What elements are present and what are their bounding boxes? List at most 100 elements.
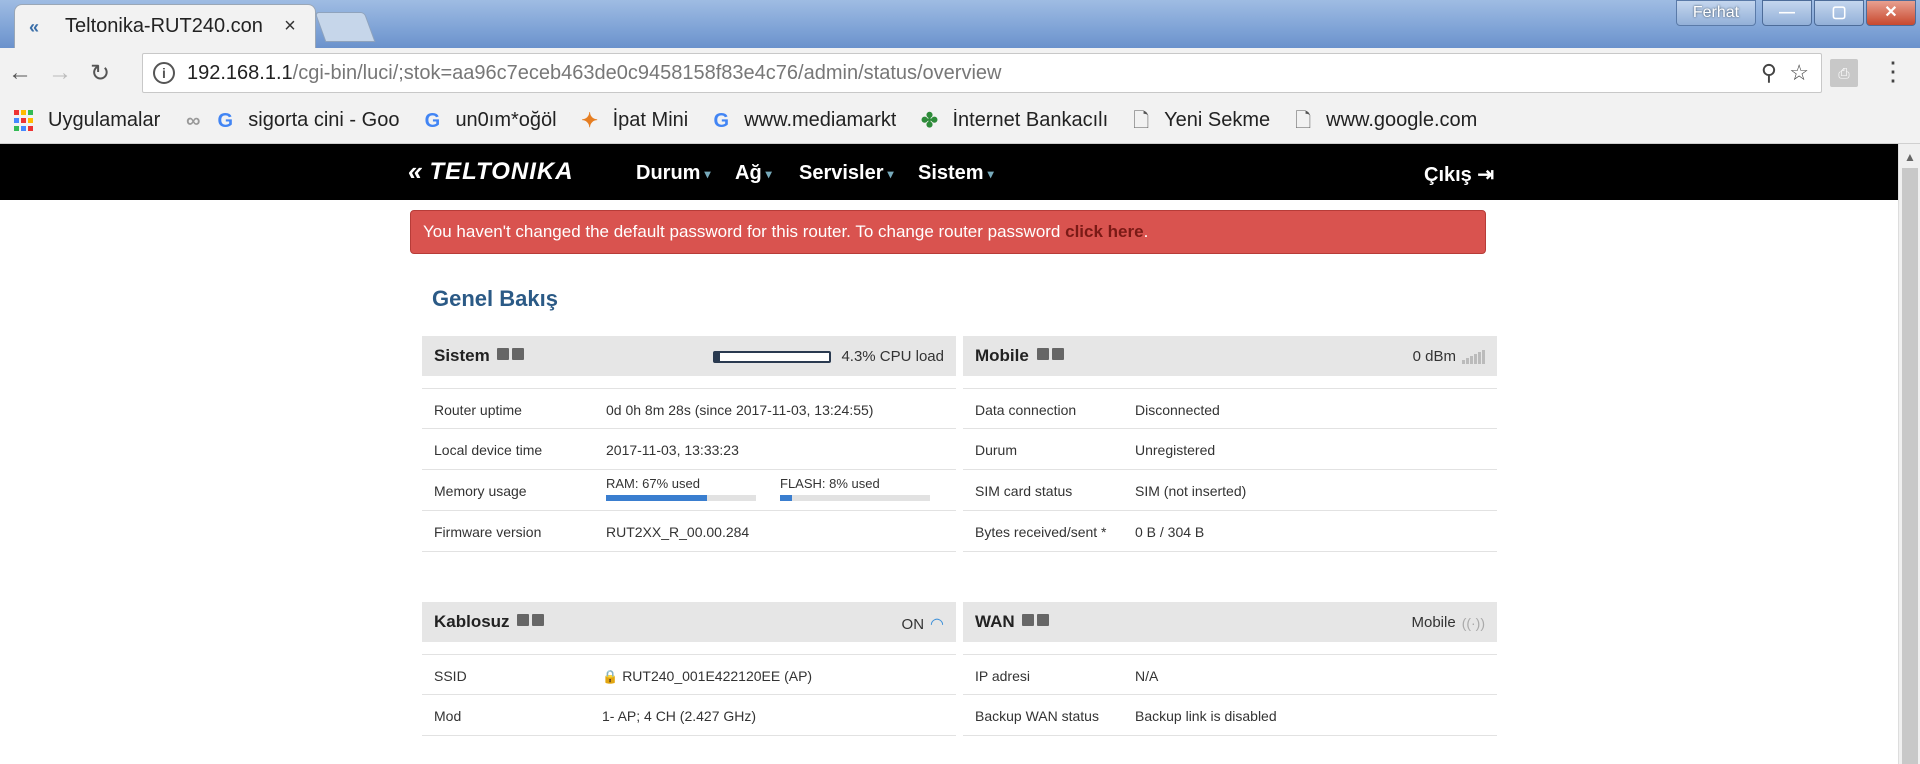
- apps-icon: [14, 109, 36, 132]
- pdf-extension-icon[interactable]: ⎙: [1830, 59, 1858, 87]
- page-title: Genel Bakış: [432, 286, 558, 311]
- panel-wan: WAN Mobile ((·)) IP adresi N/A Backup WAN…: [963, 602, 1497, 736]
- window-user-badge[interactable]: Ferhat: [1676, 0, 1756, 26]
- settings-icon[interactable]: [532, 614, 545, 626]
- scrollbar-thumb[interactable]: [1902, 168, 1918, 764]
- antenna-icon: ((·)): [1461, 614, 1485, 631]
- lock-icon: 🔒: [602, 669, 619, 684]
- url-path: /cgi-bin/luci/;stok=aa96c7eceb463de0c945…: [292, 61, 1002, 84]
- bookmark-item[interactable]: G www.mediamarkt: [710, 109, 896, 132]
- bookmark-item[interactable]: ✦ İpat Mini: [579, 109, 688, 132]
- reload-icon[interactable]: ↻: [80, 59, 120, 88]
- flash-usage: FLASH: 8% used: [780, 476, 930, 501]
- wireless-status: ON: [901, 615, 925, 633]
- bookmark-star-icon[interactable]: ☆: [1789, 60, 1809, 85]
- panel-header: Sistem 4.3% CPU load: [422, 336, 956, 376]
- google-icon: G: [424, 109, 441, 132]
- forward-arrow-icon[interactable]: →: [40, 59, 80, 87]
- table-row: Data connection Disconnected: [963, 388, 1497, 429]
- bookmark-item[interactable]: ✤ İnternet Bankacılı: [918, 109, 1108, 132]
- caret-down-icon: ▾: [987, 166, 994, 181]
- wan-status: Mobile: [1411, 614, 1456, 631]
- change-password-link[interactable]: click here: [1065, 222, 1143, 241]
- caret-down-icon: ▾: [704, 166, 711, 181]
- glasses-icon: ∞: [186, 109, 201, 132]
- cpu-load-bar: [713, 350, 832, 363]
- ram-usage-bar: [606, 495, 707, 501]
- signal-bars-icon: [1462, 349, 1485, 364]
- teltonika-logo[interactable]: « TELTONIKA: [408, 156, 574, 187]
- teltonika-logo-icon: «: [408, 156, 424, 186]
- panel-header: WAN Mobile ((·)): [963, 602, 1497, 642]
- bookmarks-bar: Uygulamalar ∞ G sigorta cini - Goo G un0…: [0, 98, 1920, 144]
- logout-link[interactable]: Çıkış ⇥: [1424, 162, 1494, 187]
- table-row: SSID 🔒 RUT240_001E422120EE (AP): [422, 654, 956, 695]
- close-window-button[interactable]: ✕: [1866, 0, 1916, 26]
- table-row: Backup WAN status Backup link is disabled: [963, 695, 1497, 736]
- google-icon: G: [217, 109, 234, 132]
- page-icon: 🗋: [1133, 109, 1150, 132]
- maximize-button[interactable]: ▢: [1814, 0, 1864, 26]
- tab-title: Teltonika-RUT240.con: [65, 15, 263, 37]
- page-icon: 🗋: [1295, 109, 1312, 132]
- minimize-button[interactable]: —: [1762, 0, 1812, 26]
- top-navbar: « TELTONIKA Durum ▾ Ağ ▾ Servisler ▾ Sistem…: [0, 144, 1898, 200]
- nav-servisler[interactable]: Servisler ▾: [799, 162, 894, 185]
- panel-kablosuz: Kablosuz ON ◠ SSID 🔒 RUT240_001E422120EE (…: [422, 602, 956, 736]
- panel-header: Kablosuz ON ◠: [422, 602, 956, 642]
- browser-tab[interactable]: « Teltonika-RUT240.con ×: [14, 4, 316, 48]
- bookmark-item[interactable]: G un0ım*oğöl: [421, 109, 557, 132]
- table-row: IP adresi N/A: [963, 654, 1497, 695]
- nav-ag[interactable]: Ağ ▾: [735, 162, 772, 185]
- page-scrollbar[interactable]: ▲: [1898, 144, 1920, 764]
- pinwheel-icon: ✦: [581, 109, 598, 132]
- back-arrow-icon[interactable]: ←: [0, 59, 40, 87]
- table-row: Router uptime 0d 0h 8m 28s (since 2017-11…: [422, 388, 956, 429]
- zoom-icon[interactable]: ⚲: [1761, 60, 1777, 85]
- browser-menu-icon[interactable]: ⋮: [1880, 56, 1906, 87]
- table-row: SIM card status SIM (not inserted): [963, 470, 1497, 511]
- settings-icon[interactable]: [1037, 614, 1050, 626]
- bookmark-item[interactable]: 🗋 www.google.com: [1292, 109, 1477, 132]
- window-titlebar: « Teltonika-RUT240.con × Ferhat — ▢ ✕: [0, 0, 1920, 48]
- logout-icon: ⇥: [1477, 164, 1495, 186]
- clover-icon: ✤: [921, 109, 938, 132]
- address-bar[interactable]: i 192.168.1.1/cgi-bin/luci/;stok=aa96c7e…: [142, 53, 1822, 93]
- wifi-icon: ◠: [930, 616, 944, 633]
- ram-usage: RAM: 67% used: [606, 476, 756, 501]
- scroll-up-icon[interactable]: ▲: [1904, 150, 1916, 164]
- bookmark-item[interactable]: 🗋 Yeni Sekme: [1130, 109, 1270, 132]
- info-icon[interactable]: [497, 348, 510, 360]
- nav-sistem[interactable]: Sistem ▾: [918, 162, 994, 185]
- url-text[interactable]: 192.168.1.1/cgi-bin/luci/;stok=aa96c7ece…: [187, 62, 1001, 85]
- browser-toolbar: ← → ↻ i 192.168.1.1/cgi-bin/luci/;stok=a…: [0, 48, 1920, 98]
- omnibox-actions: ⚲ ☆: [1761, 60, 1809, 86]
- new-tab-button[interactable]: [314, 12, 376, 42]
- table-row: Mod 1- AP; 4 CH (2.427 GHz): [422, 695, 956, 736]
- google-icon: G: [713, 109, 729, 132]
- bookmark-apps[interactable]: Uygulamalar: [14, 109, 160, 132]
- router-page: « TELTONIKA Durum ▾ Ağ ▾ Servisler ▾ Sistem…: [0, 144, 1898, 764]
- flash-usage-bar: [780, 495, 792, 501]
- info-icon[interactable]: [1022, 614, 1035, 626]
- info-icon[interactable]: [517, 614, 530, 626]
- default-password-alert: You haven't changed the default password…: [410, 210, 1486, 254]
- info-icon[interactable]: [1036, 348, 1049, 360]
- table-row: Bytes received/sent * 0 B / 304 B: [963, 511, 1497, 552]
- bookmark-item[interactable]: G sigorta cini - Goo: [214, 109, 399, 132]
- settings-icon[interactable]: [512, 348, 525, 360]
- panel-sistem: Sistem 4.3% CPU load Router uptime 0d 0h …: [422, 336, 956, 552]
- caret-down-icon: ▾: [765, 166, 772, 181]
- signal-strength-label: 0 dBm: [1412, 348, 1456, 365]
- tab-close-icon[interactable]: ×: [279, 15, 301, 38]
- info-icon[interactable]: i: [153, 62, 175, 84]
- caret-down-icon: ▾: [887, 166, 894, 181]
- panel-mobile: Mobile 0 dBm Data connection Disconnected…: [963, 336, 1497, 552]
- table-row: Durum Unregistered: [963, 429, 1497, 470]
- table-row: Firmware version RUT2XX_R_00.00.284: [422, 511, 956, 552]
- cpu-load-label: 4.3% CPU load: [841, 348, 944, 365]
- url-host: 192.168.1.1: [187, 61, 293, 84]
- nav-durum[interactable]: Durum ▾: [636, 162, 710, 185]
- settings-icon[interactable]: [1051, 348, 1064, 360]
- table-row: Local device time 2017-11-03, 13:33:23: [422, 429, 956, 470]
